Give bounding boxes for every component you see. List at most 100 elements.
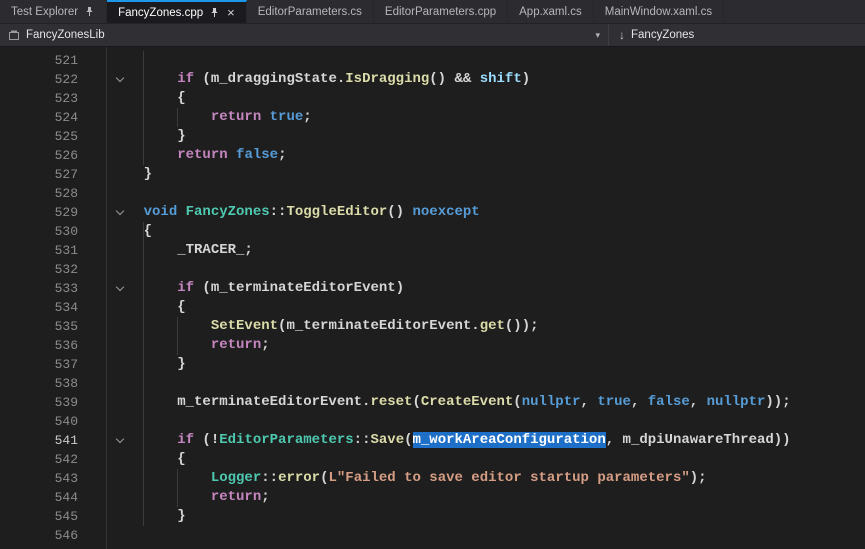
code-line[interactable]: 524 return true; [0,108,865,127]
code-line[interactable]: 522 if (m_draggingState.IsDragging() && … [0,70,865,89]
code-line[interactable]: 538 [0,374,865,393]
tab-fancyzones-cpp[interactable]: FancyZones.cpp × [107,0,247,23]
pushpin-icon[interactable] [84,6,95,17]
line-number: 538 [0,374,78,393]
code-line[interactable]: 536 return; [0,336,865,355]
code-line[interactable]: 523 { [0,89,865,108]
code-text: return true; [110,108,312,127]
code-line[interactable]: 545 } [0,507,865,526]
line-number: 536 [0,336,78,355]
tab-label: EditorParameters.cpp [385,0,496,24]
code-line[interactable]: 537 } [0,355,865,374]
line-number: 544 [0,488,78,507]
code-line[interactable]: 532 [0,260,865,279]
tab-mainwindow-xaml-cs[interactable]: MainWindow.xaml.cs [594,0,724,23]
code-text: return; [110,488,270,507]
line-number: 528 [0,184,78,203]
line-number: 524 [0,108,78,127]
code-line[interactable]: 540 [0,412,865,431]
code-text: if (!EditorParameters::Save(m_workAreaCo… [110,431,791,450]
line-number: 534 [0,298,78,317]
member-dropdown[interactable]: ↓ FancyZones [609,24,704,46]
close-icon[interactable]: × [227,6,235,19]
line-number: 523 [0,89,78,108]
line-number: 521 [0,51,78,70]
code-text: { [110,222,152,241]
line-number: 542 [0,450,78,469]
code-line[interactable]: 542 { [0,450,865,469]
tab-label: MainWindow.xaml.cs [605,0,712,24]
selected-text: m_workAreaConfiguration [413,432,606,448]
code-text: } [110,507,186,526]
member-dropdown-label: FancyZones [631,29,694,41]
line-number: 529 [0,203,78,222]
code-text: void FancyZones::ToggleEditor() noexcept [110,203,480,222]
code-line[interactable]: 529 void FancyZones::ToggleEditor() noex… [0,203,865,222]
project-icon [8,29,20,41]
code-line[interactable]: 526 return false; [0,146,865,165]
line-number: 522 [0,70,78,89]
code-line[interactable]: 544 return; [0,488,865,507]
project-dropdown[interactable]: FancyZonesLib ▾ [0,24,608,46]
code-text: { [110,298,186,317]
line-number: 527 [0,165,78,184]
tab-app-xaml-cs[interactable]: App.xaml.cs [508,0,594,23]
line-number: 526 [0,146,78,165]
code-line[interactable]: 541 if (!EditorParameters::Save(m_workAr… [0,431,865,450]
code-text: m_terminateEditorEvent.reset(CreateEvent… [110,393,791,412]
code-text: return; [110,336,270,355]
code-text: _TRACER_; [110,241,253,260]
navigation-bar: FancyZonesLib ▾ ↓ FancyZones [0,24,865,47]
code-line[interactable]: 521 [0,51,865,70]
code-line[interactable]: 528 [0,184,865,203]
document-tab-bar: Test Explorer FancyZones.cpp × EditorParame… [0,0,865,24]
code-line[interactable]: 531 _TRACER_; [0,241,865,260]
line-number: 530 [0,222,78,241]
code-text: } [110,165,152,184]
code-line[interactable]: 533 if (m_terminateEditorEvent) [0,279,865,298]
code-line[interactable]: 535 SetEvent(m_terminateEditorEvent.get(… [0,317,865,336]
tab-label: FancyZones.cpp [118,1,203,25]
code-text: } [110,355,186,374]
line-number: 535 [0,317,78,336]
down-arrow-icon: ↓ [619,28,625,42]
code-line[interactable]: 539 m_terminateEditorEvent.reset(CreateE… [0,393,865,412]
pushpin-icon[interactable] [209,7,220,18]
tab-label: App.xaml.cs [519,0,582,24]
line-number: 532 [0,260,78,279]
line-number: 540 [0,412,78,431]
visual-studio-editor: Test Explorer FancyZones.cpp × EditorParame… [0,0,865,549]
code-text: Logger::error(L"Failed to save editor st… [110,469,707,488]
code-text: if (m_terminateEditorEvent) [110,279,404,298]
code-line[interactable]: 543 Logger::error(L"Failed to save edito… [0,469,865,488]
line-number: 541 [0,431,78,450]
code-text: SetEvent(m_terminateEditorEvent.get()); [110,317,539,336]
code-editor[interactable]: 520521522 if (m_draggingState.IsDragging… [0,47,865,549]
line-number: 543 [0,469,78,488]
code-line[interactable]: 546 [0,526,865,545]
line-number: 531 [0,241,78,260]
tab-editorparameters-cpp[interactable]: EditorParameters.cpp [374,0,508,23]
code-text: } [110,127,186,146]
line-number: 537 [0,355,78,374]
code-lines: 520521522 if (m_draggingState.IsDragging… [0,47,865,545]
line-number: 539 [0,393,78,412]
chevron-down-icon: ▾ [595,30,600,41]
line-number: 533 [0,279,78,298]
code-line[interactable]: 527 } [0,165,865,184]
tab-test-explorer[interactable]: Test Explorer [0,0,107,23]
line-number: 525 [0,127,78,146]
tab-label: Test Explorer [11,0,78,24]
code-line[interactable]: 530 { [0,222,865,241]
line-number: 546 [0,526,78,545]
tab-label: EditorParameters.cs [258,0,362,24]
code-text: { [110,450,186,469]
tab-editorparameters-cs[interactable]: EditorParameters.cs [247,0,374,23]
code-text: return false; [110,146,286,165]
code-text: if (m_draggingState.IsDragging() && shif… [110,70,530,89]
line-number: 545 [0,507,78,526]
code-line[interactable]: 534 { [0,298,865,317]
project-dropdown-label: FancyZonesLib [26,29,105,41]
code-text: { [110,89,186,108]
code-line[interactable]: 525 } [0,127,865,146]
